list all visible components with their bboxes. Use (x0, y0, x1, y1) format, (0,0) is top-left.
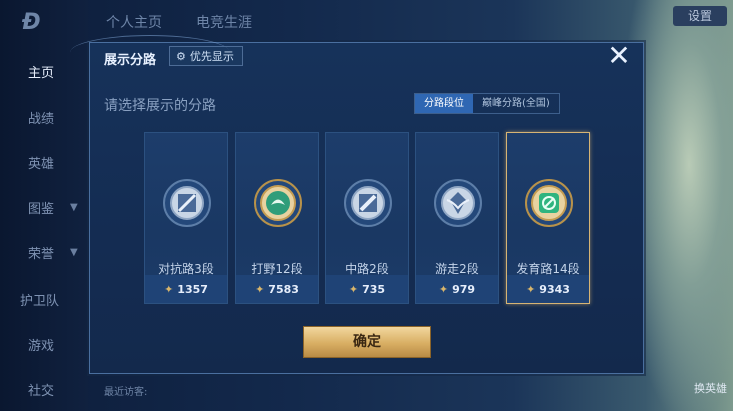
chevron-down-icon: ▼ (70, 247, 78, 258)
sidebar-item-heroes[interactable]: 英雄 (0, 153, 88, 172)
chevron-down-icon: ▼ (70, 202, 78, 213)
swap-hero-button[interactable]: 换英雄 (694, 380, 727, 396)
sidebar-item-social[interactable]: 社交 (0, 380, 88, 399)
modal-subtitle: 请选择展示的分路 (104, 98, 216, 114)
sidebar-item-home[interactable]: 主页 (0, 62, 88, 81)
tab-peak-lane[interactable]: 巅峰分路(全国) (473, 94, 559, 113)
lane-display-modal: 展示分路 ⚙ 优先显示 ✕ 请选择展示的分路 分路段位 巅峰分路(全国) 对抗路… (70, 35, 644, 374)
game-logo-icon: Ð (22, 10, 41, 35)
score-icon: ✦ (348, 282, 359, 296)
lane-card-top[interactable]: 对抗路3段 ✦ 1357 (144, 132, 228, 304)
lane-score-value: 1357 (177, 282, 208, 296)
score-icon: ✦ (164, 282, 174, 296)
lane-score-value: 979 (452, 282, 476, 296)
lane-score-value: 735 (362, 282, 386, 296)
gold-rank-emblem-icon (254, 179, 302, 227)
lane-type-toggle: 分路段位 巅峰分路(全国) (414, 93, 560, 114)
sidebar-item-guard[interactable]: 护卫队 (0, 290, 88, 309)
close-icon[interactable]: ✕ (604, 41, 634, 71)
lane-score-value: 9343 (539, 282, 570, 296)
lane-score: ✦ 979 (416, 275, 498, 303)
gear-icon: ⚙ (176, 49, 186, 63)
lane-score: ✦ 9343 (507, 275, 589, 303)
silver-rank-emblem-icon (344, 179, 392, 227)
lane-card-roam[interactable]: 游走2段 ✦ 979 (415, 132, 499, 304)
priority-display-button[interactable]: ⚙ 优先显示 (169, 46, 243, 66)
score-icon: ✦ (255, 282, 265, 296)
lane-card-mid[interactable]: 中路2段 ✦ 735 (325, 132, 409, 304)
confirm-button[interactable]: 确定 (303, 326, 431, 358)
tab-esports[interactable]: 电竞生涯 (196, 12, 252, 32)
modal-header: 展示分路 ⚙ 优先显示 (70, 35, 643, 69)
tab-profile[interactable]: 个人主页 (106, 12, 162, 32)
sidebar-item-records[interactable]: 战绩 (0, 108, 88, 127)
score-icon: ✦ (438, 282, 449, 296)
topbar-right: 设置 (673, 6, 727, 26)
lane-score-value: 7583 (268, 282, 299, 296)
lane-score: ✦ 735 (326, 275, 408, 303)
settings-button[interactable]: 设置 (673, 6, 727, 26)
silver-rank-emblem-icon (434, 179, 482, 227)
lane-card-jungle[interactable]: 打野12段 ✦ 7583 (235, 132, 319, 304)
silver-rank-emblem-icon (163, 179, 211, 227)
recent-visitors-label: 最近访客: (104, 387, 148, 398)
tab-lane-rank[interactable]: 分路段位 (415, 94, 473, 113)
lane-score: ✦ 7583 (236, 275, 318, 303)
lane-card-adc[interactable]: 发育路14段 ✦ 9343 (506, 132, 590, 304)
sidebar: Ð 主页 战绩 英雄 图鉴 ▼ 荣誉 ▼ 护卫队 游戏 社交 (0, 0, 88, 411)
gold-rank-emblem-icon (525, 179, 573, 227)
priority-display-label: 优先显示 (189, 50, 234, 63)
score-icon: ✦ (526, 282, 536, 296)
lane-score: ✦ 1357 (145, 275, 227, 303)
modal-title: 展示分路 (104, 53, 157, 68)
sidebar-item-games[interactable]: 游戏 (0, 335, 88, 354)
